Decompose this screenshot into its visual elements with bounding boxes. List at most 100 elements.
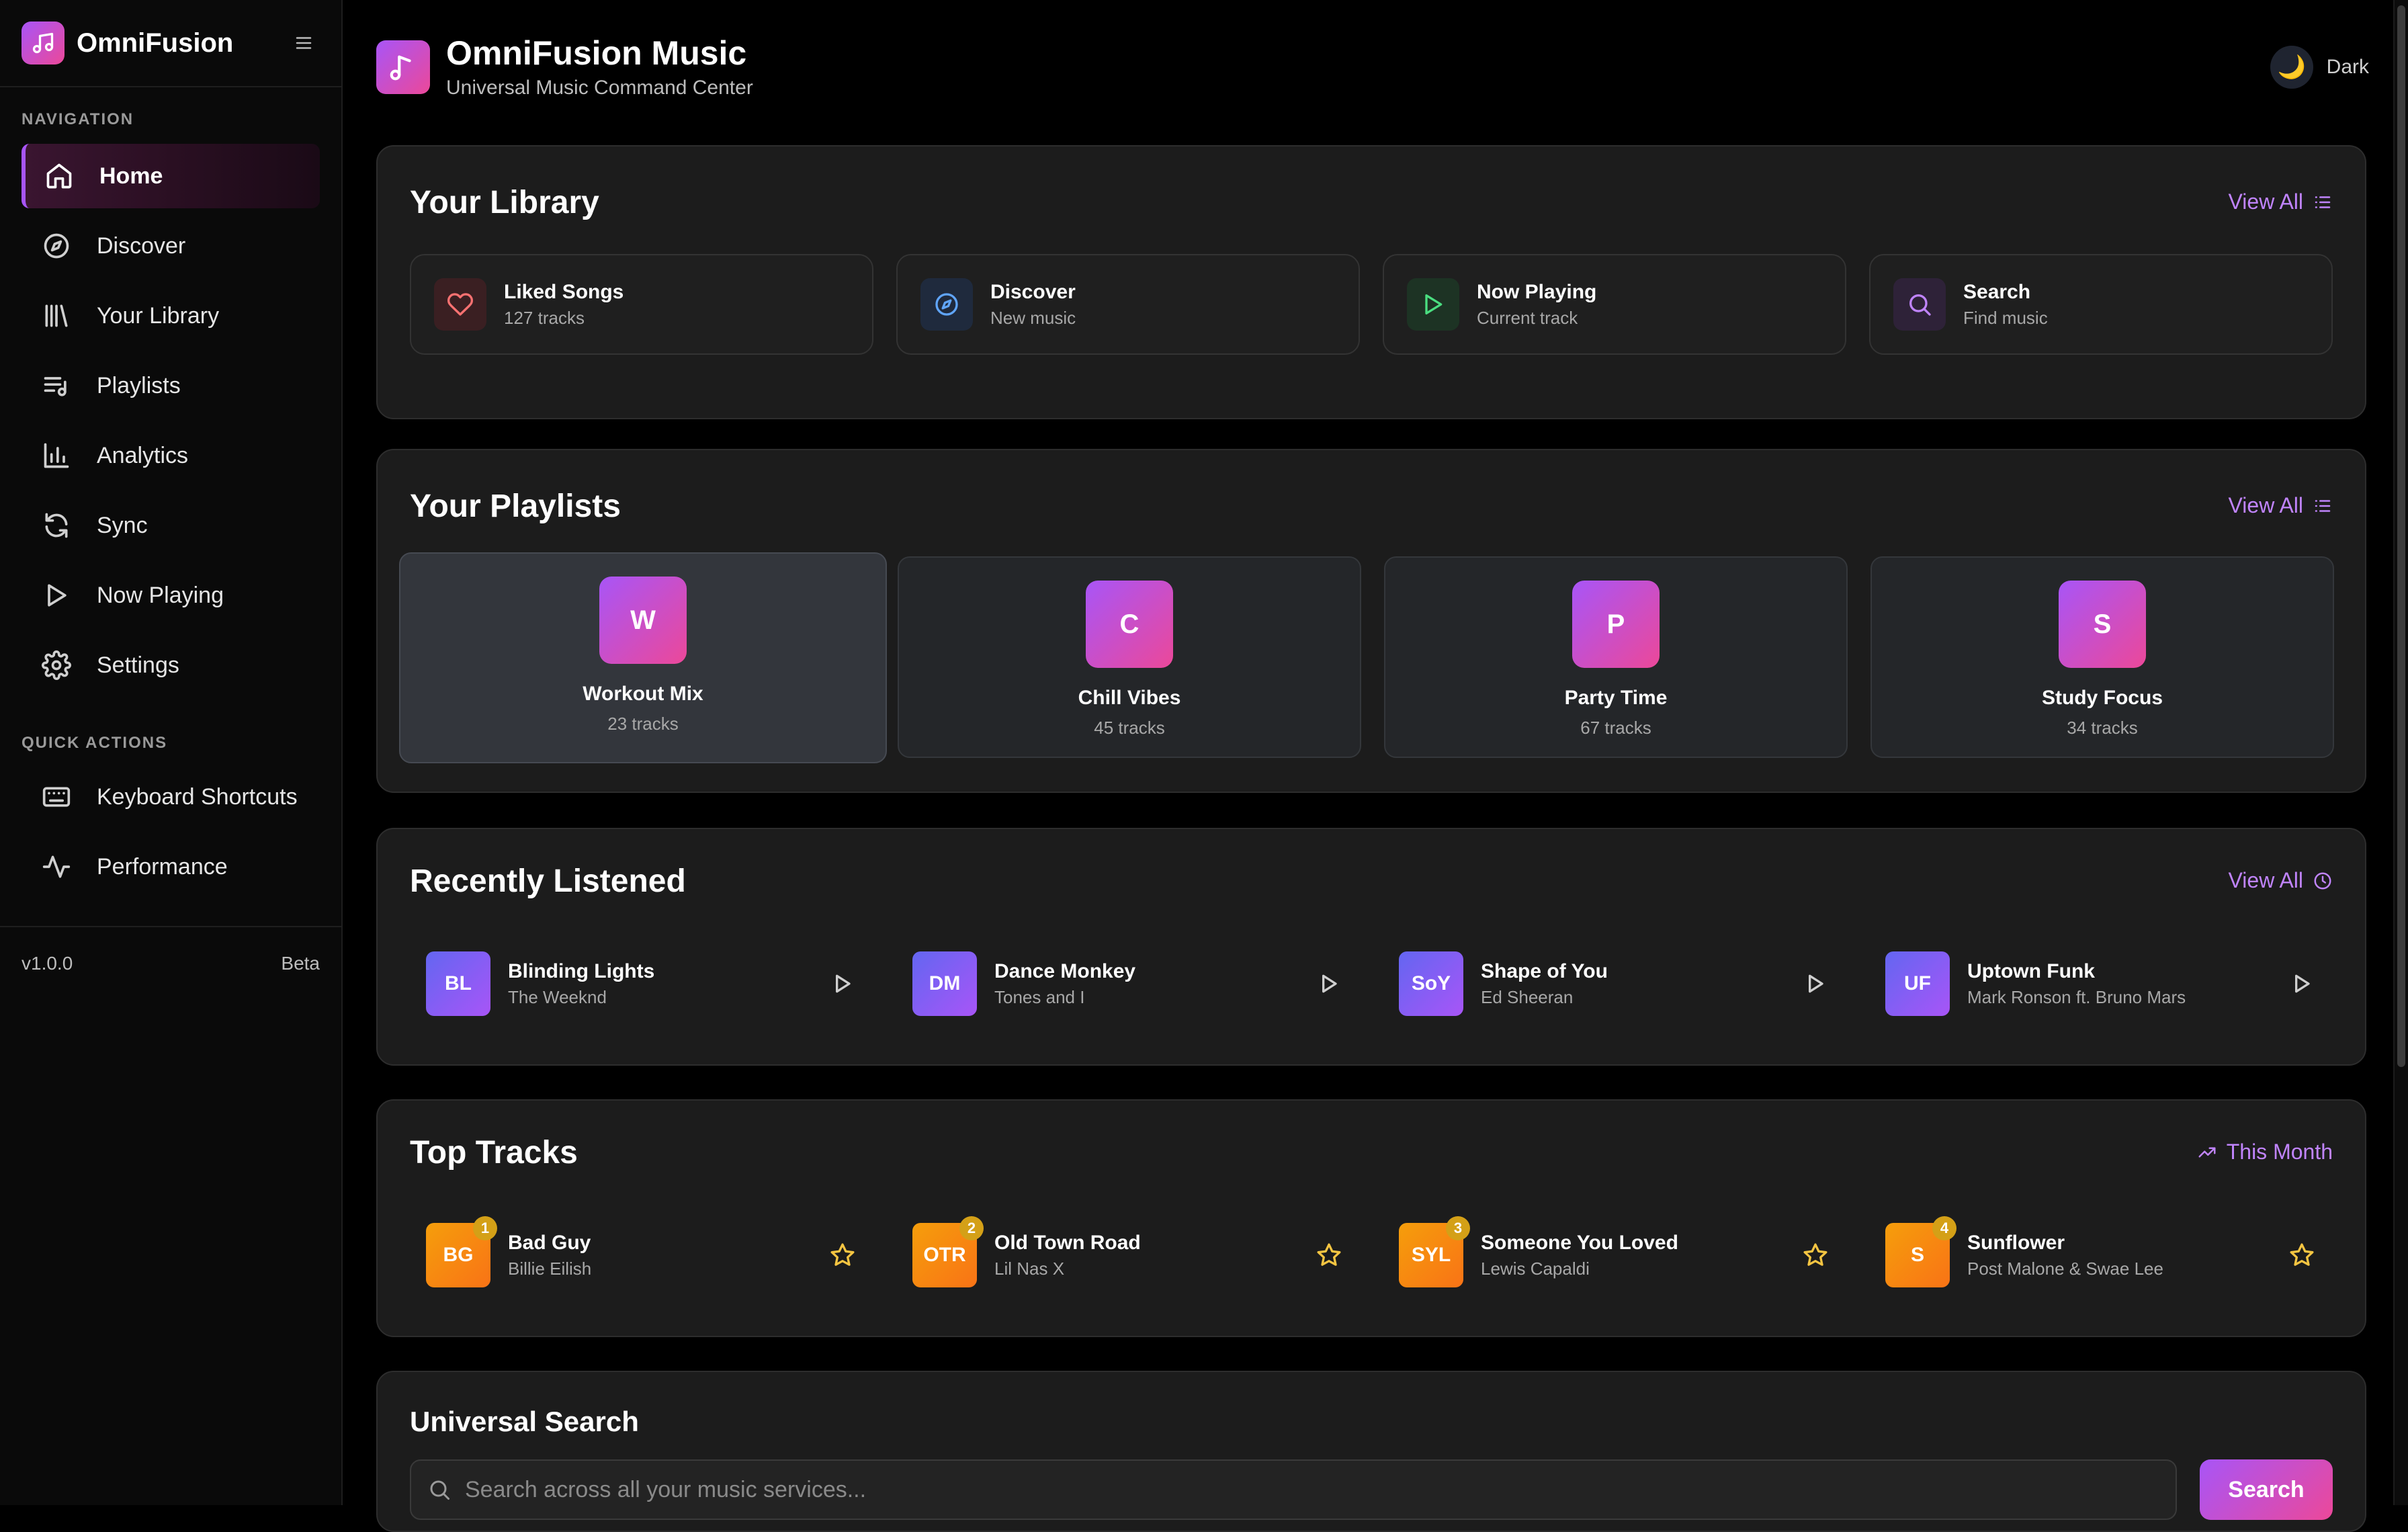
play-icon[interactable]: [2288, 970, 2315, 997]
sidebar-item-keyboard-shortcuts[interactable]: Keyboard Shortcuts: [22, 765, 320, 829]
search-button[interactable]: Search: [2200, 1459, 2333, 1520]
track-initials: S: [1910, 1244, 1924, 1266]
playlist-icon: [44, 377, 67, 396]
sidebar-item-label: Performance: [97, 853, 228, 880]
sidebar-item-sync[interactable]: Sync: [22, 493, 320, 558]
playlist-card-study-focus[interactable]: S Study Focus 34 tracks: [1870, 556, 2334, 758]
universal-search-card: Universal Search Search: [376, 1371, 2366, 1532]
sidebar-item-label: Your Library: [97, 302, 220, 329]
sidebar-item-label: Discover: [97, 232, 186, 259]
play-icon[interactable]: [1802, 970, 1829, 997]
rank-badge: 2: [959, 1216, 984, 1240]
period-filter[interactable]: This Month: [2197, 1140, 2333, 1164]
star-icon[interactable]: [1802, 1242, 1829, 1269]
trending-up-icon: [2198, 1147, 2216, 1157]
library-tiles: Liked Songs 127 tracks Discover New musi…: [410, 254, 2333, 355]
playlist-cover: S: [2059, 581, 2146, 668]
list-item[interactable]: BL Blinding Lights The Weeknd: [410, 943, 873, 1024]
track-title: Bad Guy: [508, 1231, 591, 1254]
compass-icon: [920, 278, 973, 331]
library-title: Your Library: [410, 185, 599, 220]
playlist-track-count: 23 tracks: [607, 714, 679, 734]
track-artist: Tones and I: [994, 986, 1085, 1007]
star-icon[interactable]: [1316, 1242, 1342, 1269]
gear-icon: [42, 650, 71, 680]
library-tile-title: Search: [1963, 280, 2031, 303]
sidebar-item-label: Keyboard Shortcuts: [97, 783, 298, 810]
rank-badge: 4: [1932, 1216, 1956, 1240]
playlists-title: Your Playlists: [410, 488, 621, 524]
list-item[interactable]: S4 Sunflower Post Malone & Swae Lee: [1869, 1215, 2333, 1295]
list-item[interactable]: SoY Shape of You Ed Sheeran: [1383, 943, 1846, 1024]
quick-actions-heading: QUICK ACTIONS: [22, 734, 168, 752]
view-all-label: View All: [2228, 189, 2303, 214]
main-content: OmniFusion Music Universal Music Command…: [344, 0, 2393, 1532]
play-icon[interactable]: [1316, 970, 1342, 997]
list-item[interactable]: UF Uptown Funk Mark Ronson ft. Bruno Mars: [1869, 943, 2333, 1024]
home-icon: [46, 163, 72, 189]
track-initials: OTR: [923, 1244, 966, 1266]
star-icon[interactable]: [829, 1242, 856, 1269]
library-card: Your Library View All Liked Songs 127 tr…: [376, 145, 2366, 419]
sidebar-item-performance[interactable]: Performance: [22, 835, 320, 899]
star-icon[interactable]: [2288, 1242, 2315, 1269]
sidebar-item-home[interactable]: Home: [22, 144, 320, 208]
scrollbar-thumb[interactable]: [2397, 5, 2405, 1067]
sidebar-item-label: Playlists: [97, 372, 181, 398]
playlists-view-all-link[interactable]: View All: [2229, 493, 2333, 518]
track-cover: SoY: [1399, 951, 1463, 1016]
sidebar-item-now-playing[interactable]: Now Playing: [22, 563, 320, 628]
track-cover: OTR 2: [912, 1216, 984, 1287]
period-label: This Month: [2226, 1140, 2333, 1164]
library-tile-discover[interactable]: Discover New music: [896, 254, 1360, 355]
library-view-all-link[interactable]: View All: [2229, 189, 2333, 214]
track-artist: The Weeknd: [508, 986, 607, 1007]
sidebar-item-label: Settings: [97, 652, 179, 678]
version-label: v1.0.0: [22, 953, 73, 974]
playlist-cover: P: [1572, 581, 1660, 668]
universal-search-title: Universal Search: [410, 1406, 639, 1437]
music-note-icon: [22, 22, 64, 65]
sidebar-item-settings[interactable]: Settings: [22, 633, 320, 697]
recent-tracks: BL Blinding Lights The Weeknd DM Dance Mo…: [410, 943, 2333, 1024]
library-tile-liked-songs[interactable]: Liked Songs 127 tracks: [410, 254, 873, 355]
rank-badge: 1: [473, 1216, 497, 1240]
playlist-track-count: 67 tracks: [1580, 718, 1651, 738]
track-artist: Post Malone & Swae Lee: [1967, 1258, 2163, 1279]
list-item[interactable]: BG 1 Bad Guy Billie Eilish: [410, 1215, 873, 1295]
search-input[interactable]: [464, 1476, 2176, 1504]
track-cover: BL: [426, 951, 490, 1016]
track-cover: UF: [1885, 951, 1950, 1016]
playlist-card-chill-vibes[interactable]: C Chill Vibes 45 tracks: [898, 556, 1361, 758]
list-item[interactable]: DM Dance Monkey Tones and I: [896, 943, 1360, 1024]
top-tracks-card: Top Tracks This Month BG 1 Bad Guy Billie …: [376, 1099, 2366, 1337]
page-title: OmniFusion Music: [446, 34, 747, 72]
sidebar-item-playlists[interactable]: Playlists: [22, 353, 320, 418]
sidebar-header: OmniFusion: [0, 0, 341, 87]
heart-icon: [434, 278, 486, 331]
library-tile-search[interactable]: Search Find music: [1869, 254, 2333, 355]
list-item[interactable]: SYL 3 Someone You Loved Lewis Capaldi: [1383, 1215, 1846, 1295]
track-artist: Lil Nas X: [994, 1258, 1065, 1279]
library-icon: [45, 304, 68, 327]
playlist-name: Workout Mix: [583, 683, 703, 705]
playlist-card-party-time[interactable]: P Party Time 67 tracks: [1384, 556, 1848, 758]
list-item[interactable]: OTR 2 Old Town Road Lil Nas X: [896, 1215, 1360, 1295]
play-icon[interactable]: [829, 970, 856, 997]
playlist-name: Study Focus: [2041, 687, 2163, 709]
library-tile-now-playing[interactable]: Now Playing Current track: [1383, 254, 1846, 355]
sidebar-item-your-library[interactable]: Your Library: [22, 284, 320, 348]
playlist-name: Chill Vibes: [1078, 687, 1181, 709]
recent-view-all-link[interactable]: View All: [2229, 868, 2333, 893]
sidebar-item-analytics[interactable]: Analytics: [22, 423, 320, 488]
scrollbar[interactable]: [2393, 0, 2408, 1505]
playlist-card-workout-mix[interactable]: W Workout Mix 23 tracks: [399, 552, 887, 763]
play-icon: [1407, 278, 1459, 331]
menu-icon[interactable]: [288, 27, 320, 59]
brand-name: OmniFusion: [77, 28, 234, 58]
search-field[interactable]: [410, 1459, 2177, 1520]
library-tile-subtitle: Find music: [1963, 307, 2048, 328]
release-badge: Beta: [281, 953, 320, 974]
theme-toggle[interactable]: 🌙 Dark: [2270, 46, 2369, 89]
sidebar-item-discover[interactable]: Discover: [22, 214, 320, 278]
